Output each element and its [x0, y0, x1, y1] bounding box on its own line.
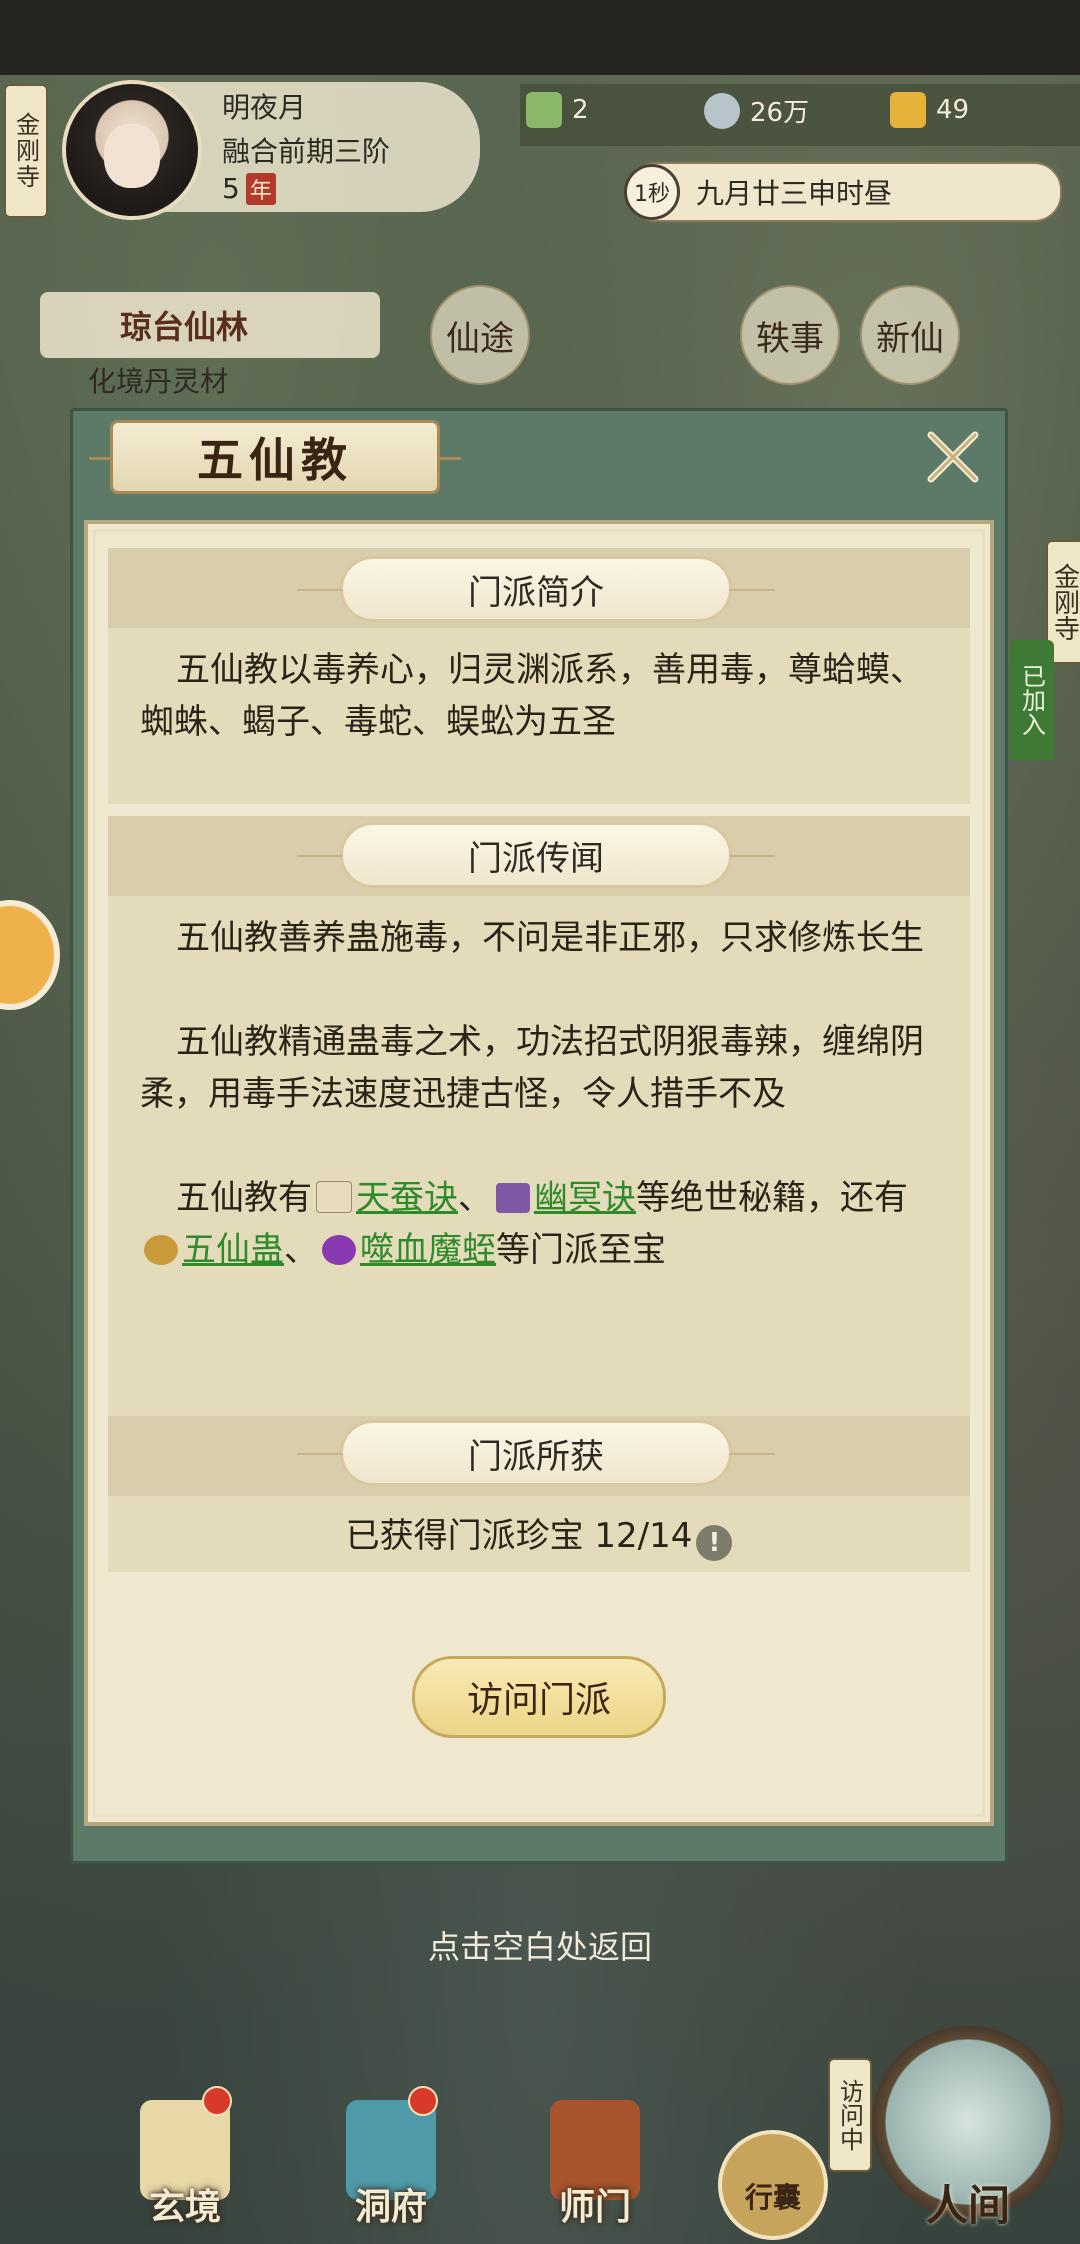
coin-icon	[704, 92, 740, 129]
location-tag[interactable]: 金刚寺	[4, 84, 48, 218]
lore-section-header: 门派传闻	[297, 822, 775, 888]
time-speed-button[interactable]: 1秒	[624, 164, 680, 220]
lore-3-sep1: 、	[458, 1178, 492, 1218]
leech-icon	[322, 1235, 356, 1265]
owned-section-header: 门派所获	[297, 1420, 775, 1486]
map-badge-xin[interactable]: 新仙	[860, 285, 960, 385]
lore-3-suffix: 等门派至宝	[496, 1230, 666, 1270]
intro-section-header: 门派简介	[297, 556, 775, 622]
lore-3-prefix: 五仙教有	[176, 1178, 312, 1218]
dialog-title: 五仙教	[89, 420, 461, 494]
nav-label-shimen: 师门	[558, 2186, 631, 2228]
lore-3-sep2: 、	[284, 1230, 318, 1270]
spirit-stone-value: 2	[572, 95, 589, 125]
link-youming-jue[interactable]: 幽冥诀	[534, 1178, 636, 1218]
map-badge-yishi[interactable]: 轶事	[740, 285, 840, 385]
resource-spirit-stone[interactable]: 2	[526, 92, 589, 128]
player-years: 5年	[222, 172, 276, 205]
scroll-icon	[316, 1181, 352, 1213]
bag-label: 行囊	[744, 2181, 801, 2214]
nav-item-xuanjing[interactable]: 玄境	[110, 2080, 260, 2244]
game-time-pill: 1秒 九月廿三申时昼	[624, 162, 1062, 222]
leaf-icon	[526, 92, 562, 128]
power-icon	[890, 92, 926, 128]
joined-tag: 已加入	[1010, 640, 1054, 760]
info-icon[interactable]: !	[696, 1525, 733, 1561]
link-shixue-mozhi[interactable]: 噬血魔蛭	[360, 1230, 496, 1270]
game-date: 九月廿三申时昼	[696, 177, 893, 210]
notification-dot	[202, 2086, 232, 2116]
notification-dot	[408, 2086, 438, 2116]
nav-label-dongfu: 洞府	[354, 2186, 427, 2228]
player-name: 明夜月	[222, 91, 307, 124]
area-name-label[interactable]: 琼台仙林	[40, 292, 380, 358]
player-years-value: 5	[222, 172, 240, 205]
lore-paragraph-1: 五仙教善养蛊施毒，不问是非正邪，只求修炼长生	[176, 918, 924, 958]
link-tiancan-jue[interactable]: 天蚕诀	[356, 1178, 458, 1218]
status-bar	[0, 0, 1080, 75]
year-badge: 年	[245, 173, 276, 205]
close-icon	[927, 431, 979, 483]
link-wuxian-gu[interactable]: 五仙蛊	[182, 1230, 284, 1270]
lore-paragraph-2: 五仙教精通蛊毒之术，功法招式阴狠毒辣，缠绵阴柔，用毒手法速度迅捷古怪，令人措手不…	[140, 1022, 924, 1114]
book-icon	[496, 1183, 530, 1213]
intro-text: 五仙教以毒养心，归灵渊派系，善用毒，尊蛤蟆、蜘蛛、蝎子、毒蛇、蜈蚣为五圣	[140, 650, 924, 742]
owned-treasures-text: 已获得门派珍宝 12/14	[345, 1516, 693, 1556]
visit-sect-button[interactable]: 访问门派	[412, 1656, 666, 1738]
area-sub-label: 化境丹灵材	[88, 365, 229, 398]
owned-treasures: 已获得门派珍宝 12/14!	[108, 1508, 970, 1561]
lore-paragraph-3: 五仙教有 天蚕诀、 幽冥诀等绝世秘籍，还有五仙蛊、 噬血魔蛭等门派至宝	[140, 1172, 940, 1276]
nav-item-shimen[interactable]: 师门	[520, 2080, 670, 2244]
close-button[interactable]	[918, 422, 988, 492]
player-avatar[interactable]	[62, 80, 202, 220]
dismiss-hint[interactable]: 点击空白处返回	[0, 1922, 1080, 1968]
resource-coins[interactable]: 26万	[704, 92, 809, 129]
power-value: 49	[936, 95, 970, 125]
world-label: 人间	[925, 2181, 1010, 2230]
lore-section-body	[108, 896, 970, 1416]
gu-icon	[144, 1235, 178, 1265]
map-badge-xiantu[interactable]: 仙途	[430, 285, 530, 385]
resource-power[interactable]: 49	[890, 92, 969, 128]
nav-item-dongfu[interactable]: 洞府	[316, 2080, 466, 2244]
visiting-tag: 访问中	[828, 2058, 872, 2172]
nav-label-xuanjing: 玄境	[148, 2186, 221, 2228]
player-realm: 融合前期三阶	[222, 135, 391, 168]
lore-3-mid: 等绝世秘籍，还有	[636, 1178, 908, 1218]
coins-value: 26万	[750, 98, 810, 128]
